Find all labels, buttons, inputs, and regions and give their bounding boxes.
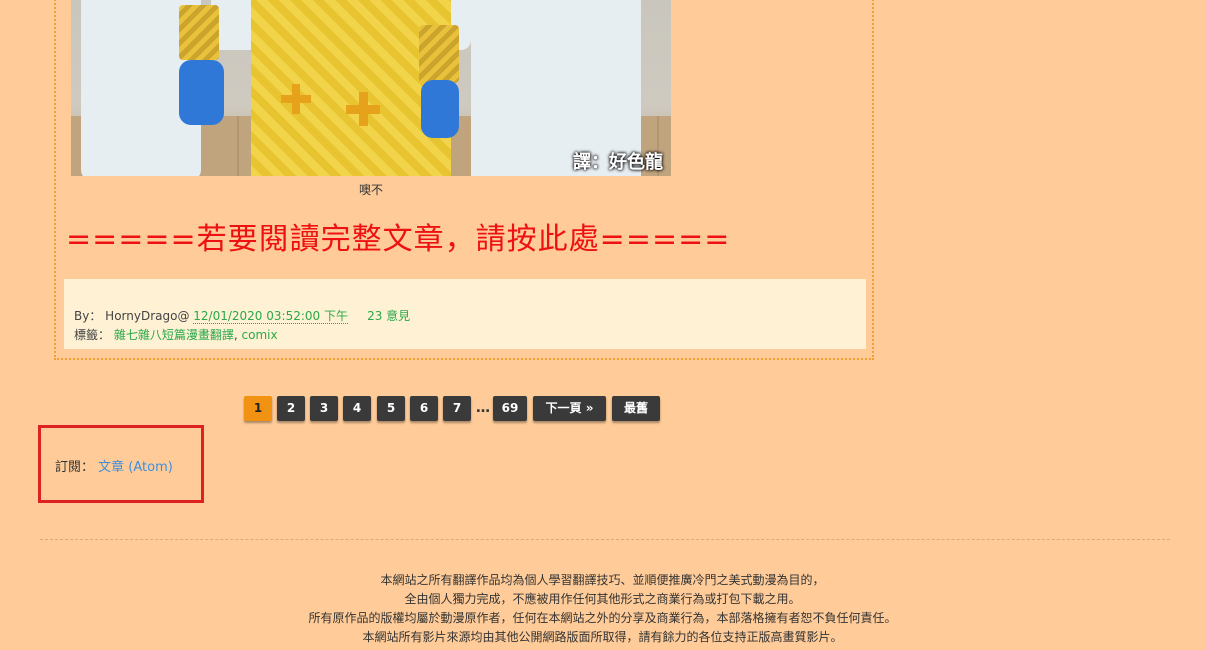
post-labels: 標籤： 雜七雜八短篇漫畫翻譯, comix: [74, 326, 278, 343]
subscribe-label: 訂閱：: [55, 460, 95, 475]
photo-watermark: 譯：好色龍: [573, 152, 663, 173]
disclaimer-line: 全由個人獨力完成，不應被用作任何其他形式之商業行為或打包下載之用。: [404, 592, 801, 606]
page-2-button[interactable]: 2: [277, 396, 305, 421]
footer-divider: [40, 539, 1170, 540]
at-sign: @: [177, 309, 190, 323]
post-footer: By： HornyDrago@ 12/01/2020 03:52:00 下午 2…: [64, 279, 866, 349]
label-separator: ,: [233, 328, 238, 342]
page-6-button[interactable]: 6: [410, 396, 438, 421]
post-byline: By： HornyDrago@ 12/01/2020 03:52:00 下午 2…: [74, 307, 410, 324]
post-image[interactable]: 譯：好色龍: [71, 0, 671, 176]
page-5-button[interactable]: 5: [377, 396, 405, 421]
next-page-button[interactable]: 下一頁 »: [533, 396, 606, 421]
page-1-button[interactable]: 1: [244, 396, 272, 421]
site-disclaimer: 本網站之所有翻譯作品均為個人學習翻譯技巧、並順便推廣冷門之美式動漫為目的， 全由…: [0, 571, 1205, 647]
page-7-button[interactable]: 7: [443, 396, 471, 421]
subscribe-row: 訂閱： 文章 (Atom): [55, 456, 173, 475]
page-3-button[interactable]: 3: [310, 396, 338, 421]
labels-label: 標籤：: [74, 328, 111, 342]
pagination-ellipsis: …: [476, 400, 490, 416]
atom-feed-link[interactable]: 文章 (Atom): [98, 460, 173, 475]
comments-link[interactable]: 23 意見: [367, 309, 410, 323]
by-label: By：: [74, 309, 102, 323]
label-link[interactable]: comix: [242, 328, 278, 342]
label-link[interactable]: 雜七雜八短篇漫畫翻譯: [114, 328, 234, 342]
post-timestamp-link[interactable]: 12/01/2020 03:52:00 下午: [193, 309, 348, 324]
author-name: HornyDrago: [105, 309, 178, 323]
page-4-button[interactable]: 4: [343, 396, 371, 421]
read-more-link[interactable]: =====若要閱讀完整文章，請按此處=====: [66, 214, 730, 258]
image-caption: 噢不: [358, 183, 383, 197]
oldest-page-button[interactable]: 最舊: [612, 396, 660, 421]
disclaimer-line: 本網站所有影片來源均由其他公開網路版面所取得，請有餘力的各位支持正版高畫質影片。: [362, 630, 843, 644]
page-last-number-button[interactable]: 69: [493, 396, 527, 421]
disclaimer-line: 本網站之所有翻譯作品均為個人學習翻譯技巧、並順便推廣冷門之美式動漫為目的，: [380, 573, 825, 587]
blog-page: 譯：好色龍 噢不 =====若要閱讀完整文章，請按此處===== By： Hor…: [0, 0, 1205, 650]
disclaimer-line: 所有原作品的版權均屬於動漫原作者，任何在本網站之外的分享及商業行為，本部落格擁有…: [308, 611, 897, 625]
